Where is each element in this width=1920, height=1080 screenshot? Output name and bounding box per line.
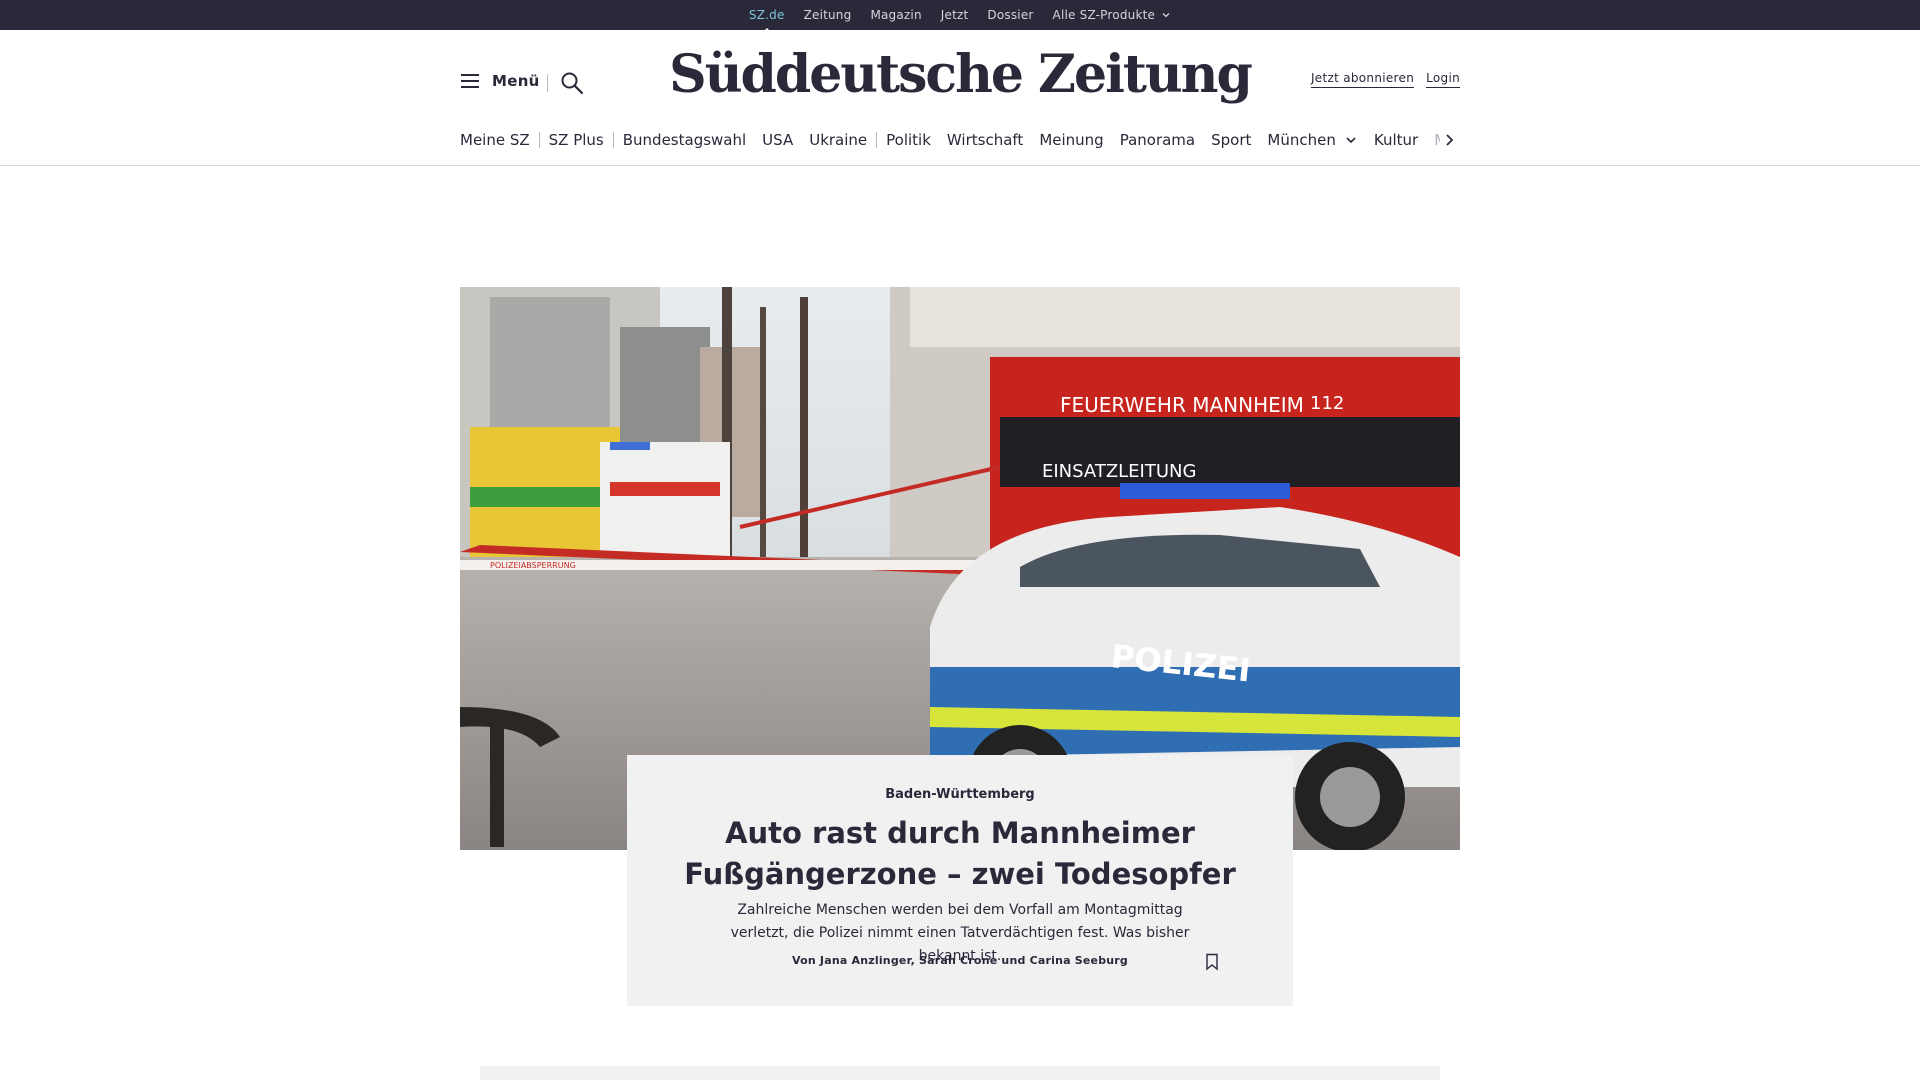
product-link-zeitung[interactable]: Zeitung bbox=[804, 8, 852, 22]
nav-divider bbox=[538, 132, 540, 148]
product-link-dossier[interactable]: Dossier bbox=[987, 8, 1033, 22]
nav-item-sport[interactable]: Sport bbox=[1211, 131, 1251, 149]
nav-divider-line bbox=[0, 165, 1920, 166]
article-teaser[interactable]: Baden-Württemberg Auto rast durch Mannhe… bbox=[627, 755, 1293, 1006]
chevron-right-icon[interactable] bbox=[1440, 130, 1460, 150]
product-link-magazin[interactable]: Magazin bbox=[870, 8, 921, 22]
account-links: Jetzt abonnieren Login bbox=[1310, 71, 1460, 88]
nav-divider bbox=[612, 132, 614, 148]
bookmark-icon[interactable] bbox=[1205, 953, 1219, 971]
login-link[interactable]: Login bbox=[1426, 71, 1460, 88]
nav-item-muenchen-label: München bbox=[1267, 131, 1336, 149]
product-link-jetzt[interactable]: Jetzt bbox=[941, 8, 969, 22]
nav-item-sz-plus[interactable]: SZ Plus bbox=[549, 131, 604, 149]
article-headline[interactable]: Auto rast durch Mannheimer Fußgängerzone… bbox=[667, 813, 1253, 895]
chevron-down-icon bbox=[1162, 13, 1170, 18]
product-bar: SZ.de Zeitung Magazin Jetzt Dossier Alle… bbox=[0, 0, 1920, 33]
article-overline: Baden-Württemberg bbox=[885, 787, 1035, 802]
nav-divider bbox=[876, 132, 878, 148]
nav-item-meine-sz[interactable]: Meine SZ bbox=[460, 131, 530, 149]
nav-item-usa[interactable]: USA bbox=[762, 131, 793, 149]
nav-item-politik[interactable]: Politik bbox=[886, 131, 931, 149]
product-links: SZ.de Zeitung Magazin Jetzt Dossier Alle… bbox=[0, 0, 1920, 33]
nav-item-ukraine[interactable]: Ukraine bbox=[809, 131, 867, 149]
all-products-label: Alle SZ-Produkte bbox=[1052, 8, 1156, 22]
nav-item-kultur[interactable]: Kultur bbox=[1374, 131, 1418, 149]
nav-item-muenchen[interactable]: München bbox=[1267, 131, 1357, 149]
nav-item-meinung[interactable]: Meinung bbox=[1039, 131, 1103, 149]
emergency-number: 112 bbox=[1310, 393, 1344, 414]
category-nav: Meine SZ SZ Plus Bundestagswahl USA Ukra… bbox=[460, 128, 1460, 152]
next-section-placeholder bbox=[480, 1066, 1440, 1080]
feuerwehr-sign: FEUERWEHR MANNHEIM bbox=[1060, 393, 1304, 417]
product-link-all-products[interactable]: Alle SZ-Produkte bbox=[1053, 8, 1172, 22]
police-tape-text: POLIZEIABSPERRUNG bbox=[490, 561, 576, 570]
product-link-sz-de[interactable]: SZ.de bbox=[749, 8, 785, 33]
article-author: Von Jana Anzlinger, Sarah Crone und Cari… bbox=[791, 954, 1128, 967]
einsatz-sign: EINSATZLEITUNG bbox=[1042, 461, 1196, 482]
nav-item-bundestagswahl[interactable]: Bundestagswahl bbox=[623, 131, 746, 149]
nav-item-wirtschaft[interactable]: Wirtschaft bbox=[947, 131, 1023, 149]
chevron-down-icon bbox=[1346, 137, 1356, 144]
subscribe-link[interactable]: Jetzt abonnieren bbox=[1310, 71, 1415, 88]
nav-item-panorama[interactable]: Panorama bbox=[1120, 131, 1195, 149]
